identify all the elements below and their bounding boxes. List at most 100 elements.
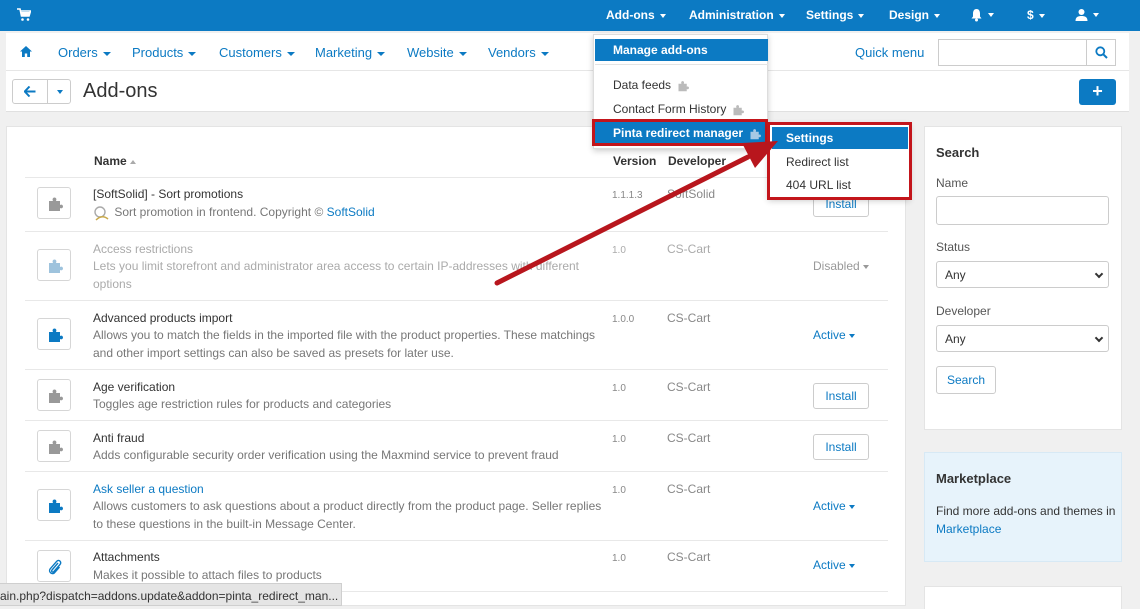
marketplace-link[interactable]: Marketplace — [936, 522, 1001, 536]
developer-filter-label: Developer — [936, 304, 991, 318]
column-header-name[interactable]: Name — [94, 154, 137, 168]
addon-icon — [37, 430, 71, 462]
topnav-administration[interactable]: Administration — [689, 8, 785, 22]
sidebar-search-title: Search — [936, 145, 980, 160]
softsolid-logo-icon — [94, 206, 109, 221]
addon-name-link[interactable]: Ask seller a question — [93, 482, 204, 496]
history-dropdown-button[interactable] — [47, 79, 71, 104]
nav-website[interactable]: Website — [407, 45, 467, 60]
table-row: Access restrictions Lets you limit store… — [25, 231, 888, 300]
addon-version: 1.0 — [612, 553, 626, 564]
sidebar-bottom-panel — [924, 586, 1122, 609]
global-search-button[interactable] — [1086, 39, 1116, 66]
highlight-box-menu-item — [592, 119, 768, 146]
menu-item-label: Contact Form History — [613, 102, 727, 116]
addon-version: 1.0 — [612, 485, 626, 496]
status-label: Active — [813, 328, 846, 342]
quick-menu-link[interactable]: Quick menu — [855, 45, 924, 60]
name-filter-input[interactable] — [936, 196, 1109, 225]
chevron-down-icon — [1038, 13, 1045, 18]
currency-menu[interactable]: $ — [1027, 8, 1045, 22]
marketplace-panel: Marketplace Find more add-ons and themes… — [924, 452, 1122, 562]
status-dropdown[interactable]: Active — [813, 499, 855, 513]
menu-item-data-feeds[interactable]: Data feeds — [595, 74, 768, 96]
addon-version: 1.1.1.3 — [612, 190, 643, 201]
status-filter-select[interactable]: Any — [936, 261, 1109, 288]
chevron-down-icon — [848, 563, 855, 568]
chevron-down-icon — [934, 13, 941, 18]
addon-version: 1.0.0 — [612, 314, 635, 325]
chevron-down-icon — [778, 13, 785, 18]
status-dropdown[interactable]: Disabled — [813, 259, 869, 273]
chevron-down-icon — [848, 504, 855, 509]
notifications-menu[interactable] — [970, 7, 994, 22]
cart-icon[interactable] — [17, 8, 31, 22]
nav-website-label: Website — [407, 45, 454, 60]
table-row: [SoftSolid] - Sort promotions Sort promo… — [25, 177, 888, 231]
back-button[interactable] — [12, 79, 48, 104]
topnav-settings-label: Settings — [806, 8, 854, 22]
puzzle-icon — [49, 259, 63, 273]
developer-filter-select[interactable]: Any — [936, 325, 1109, 352]
addon-icon — [37, 249, 71, 281]
chevron-down-icon — [858, 13, 865, 18]
top-bar: Add-ons Administration Settings Design $ — [0, 0, 1140, 31]
highlight-box-submenu — [767, 122, 912, 200]
nav-vendors[interactable]: Vendors — [488, 45, 549, 60]
table-row: Anti fraud Adds configurable security or… — [25, 420, 888, 471]
nav-marketing-label: Marketing — [315, 45, 373, 60]
menu-item-label: Data feeds — [613, 78, 672, 92]
puzzle-icon — [733, 104, 745, 116]
addon-description-text: Sort promotion in frontend. Copyright © — [114, 205, 324, 219]
addon-developer: CS-Cart — [667, 550, 711, 564]
topnav-design[interactable]: Design — [889, 8, 941, 22]
nav-customers-label: Customers — [219, 45, 282, 60]
topnav-administration-label: Administration — [689, 8, 774, 22]
home-icon[interactable] — [20, 46, 32, 57]
addon-description: Allows you to match the fields in the im… — [93, 328, 596, 360]
global-search-input[interactable] — [938, 39, 1086, 66]
menu-item-manage-addons[interactable]: Manage add-ons — [595, 39, 768, 61]
chevron-down-icon — [848, 333, 855, 338]
nav-orders-label: Orders — [58, 45, 98, 60]
addon-version: 1.0 — [612, 434, 626, 445]
menu-item-contact-form-history[interactable]: Contact Form History — [595, 98, 768, 120]
install-button[interactable]: Install — [813, 434, 869, 460]
marketplace-text-body: Find more add-ons and themes in — [936, 504, 1116, 518]
puzzle-icon — [49, 440, 63, 454]
status-dropdown[interactable]: Active — [813, 558, 855, 572]
chevron-down-icon — [1093, 12, 1099, 17]
developer-filter-value: Any — [945, 332, 966, 346]
addon-description: Toggles age restriction rules for produc… — [93, 397, 392, 411]
softsolid-link[interactable]: SoftSolid — [327, 205, 375, 219]
name-filter-label: Name — [936, 176, 969, 190]
topnav-design-label: Design — [889, 8, 930, 22]
page-header: Add-ons + — [6, 71, 1129, 112]
table-row: Advanced products import Allows you to m… — [25, 300, 888, 369]
user-menu[interactable] — [1075, 7, 1099, 22]
addon-icon — [37, 489, 71, 521]
search-button[interactable]: Search — [936, 366, 996, 394]
nav-customers[interactable]: Customers — [219, 45, 295, 60]
puzzle-icon — [49, 197, 63, 211]
addon-description: Lets you limit storefront and administra… — [93, 259, 580, 291]
nav-marketing[interactable]: Marketing — [315, 45, 386, 60]
install-button[interactable]: Install — [813, 383, 869, 409]
marketplace-text: Find more add-ons and themes in Marketpl… — [936, 502, 1116, 538]
addon-name: Advanced products import — [93, 311, 233, 325]
add-addon-button[interactable]: + — [1079, 79, 1116, 105]
main-nav: Orders Products Customers Marketing Webs… — [6, 33, 1129, 71]
topnav-settings[interactable]: Settings — [806, 8, 865, 22]
arrow-left-icon — [24, 86, 36, 97]
menu-divider — [595, 64, 768, 65]
column-header-developer: Developer — [668, 154, 727, 168]
addon-developer: CS-Cart — [667, 482, 711, 496]
nav-products[interactable]: Products — [132, 45, 197, 60]
chevron-down-icon — [988, 12, 994, 17]
addon-icon — [37, 379, 71, 411]
nav-orders[interactable]: Orders — [58, 45, 111, 60]
puzzle-icon — [49, 499, 63, 513]
puzzle-icon — [49, 328, 63, 342]
status-dropdown[interactable]: Active — [813, 328, 855, 342]
topnav-addons[interactable]: Add-ons — [606, 8, 666, 22]
